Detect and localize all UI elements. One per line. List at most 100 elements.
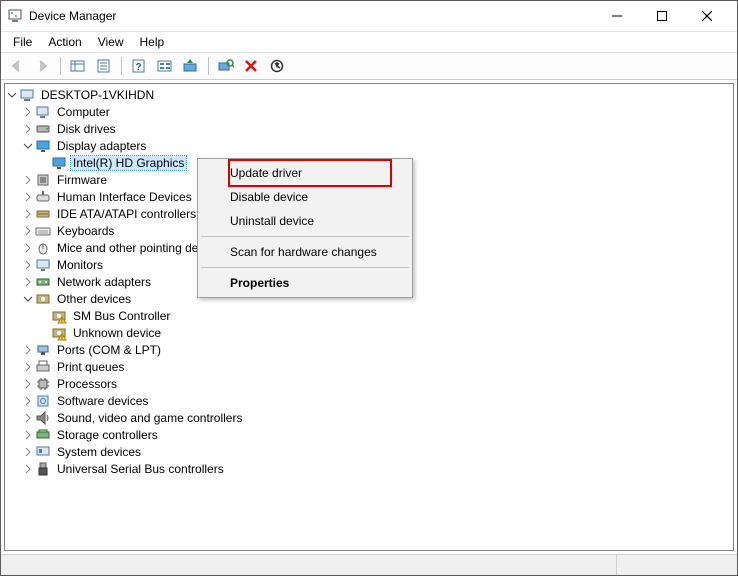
context-properties[interactable]: Properties — [200, 271, 410, 295]
root-label: DESKTOP-1VKIHDN — [39, 88, 156, 102]
category-label: Storage controllers — [55, 428, 160, 442]
display-adapter-icon — [51, 155, 67, 171]
expand-icon[interactable] — [21, 258, 35, 272]
category-label: Disk drives — [55, 122, 118, 136]
mice-icon — [35, 240, 51, 256]
close-button[interactable] — [684, 2, 729, 30]
minimize-button[interactable] — [594, 2, 639, 30]
printq-icon — [35, 359, 51, 375]
expand-icon[interactable] — [21, 122, 35, 136]
titlebar: Device Manager — [1, 1, 737, 32]
context-uninstall-device[interactable]: Uninstall device — [200, 209, 410, 233]
expand-icon[interactable] — [21, 394, 35, 408]
scan-hardware-button[interactable] — [214, 54, 238, 78]
forward-button[interactable] — [31, 54, 55, 78]
statusbar — [1, 554, 737, 575]
update-driver-button[interactable] — [179, 54, 203, 78]
category-label: Other devices — [55, 292, 133, 306]
tree-category-computer[interactable]: Computer — [5, 103, 733, 120]
tree-category-disk[interactable]: Disk drives — [5, 120, 733, 137]
expand-icon[interactable] — [21, 190, 35, 204]
tree-category-sound[interactable]: Sound, video and game controllers — [5, 409, 733, 426]
category-label: Network adapters — [55, 275, 153, 289]
device-label: SM Bus Controller — [71, 309, 172, 323]
category-label: Ports (COM & LPT) — [55, 343, 163, 357]
computer-root-icon — [19, 87, 35, 103]
disable-device-button[interactable] — [266, 54, 290, 78]
help-button[interactable]: ? — [127, 54, 151, 78]
context-separator — [201, 236, 409, 237]
tree-category-usb[interactable]: Universal Serial Bus controllers — [5, 460, 733, 477]
expand-icon[interactable] — [21, 360, 35, 374]
expand-icon[interactable] — [21, 428, 35, 442]
expand-icon[interactable] — [21, 275, 35, 289]
show-hide-tree-button[interactable] — [66, 54, 90, 78]
category-label: System devices — [55, 445, 143, 459]
expand-icon[interactable] — [21, 224, 35, 238]
menu-help[interactable]: Help — [132, 33, 173, 51]
tree-category-softdev[interactable]: Software devices — [5, 392, 733, 409]
tree-category-system[interactable]: System devices — [5, 443, 733, 460]
menu-file[interactable]: File — [5, 33, 40, 51]
expand-icon[interactable] — [21, 411, 35, 425]
menu-action[interactable]: Action — [40, 33, 89, 51]
tree-category-printq[interactable]: Print queues — [5, 358, 733, 375]
category-label: Monitors — [55, 258, 105, 272]
context-update-driver[interactable]: Update driver — [228, 159, 392, 187]
tree-category-display[interactable]: Display adapters — [5, 137, 733, 154]
expand-icon[interactable] — [21, 343, 35, 357]
category-label: IDE ATA/ATAPI controllers — [55, 207, 198, 221]
expand-icon[interactable] — [21, 445, 35, 459]
system-icon — [35, 444, 51, 460]
svg-text:?: ? — [135, 62, 141, 73]
hid-icon — [35, 189, 51, 205]
context-separator — [201, 267, 409, 268]
svg-text:!: ! — [61, 336, 63, 341]
expand-icon[interactable] — [21, 105, 35, 119]
category-label: Firmware — [55, 173, 109, 187]
properties-button[interactable] — [92, 54, 116, 78]
collapse-icon[interactable] — [5, 88, 19, 102]
tree-device-other-0[interactable]: ! SM Bus Controller — [5, 307, 733, 324]
maximize-button[interactable] — [639, 2, 684, 30]
proc-icon — [35, 376, 51, 392]
expand-icon[interactable] — [21, 462, 35, 476]
menu-view[interactable]: View — [90, 33, 132, 51]
category-label: Human Interface Devices — [55, 190, 194, 204]
category-label: Processors — [55, 377, 119, 391]
expand-icon[interactable] — [21, 241, 35, 255]
tree-category-ports[interactable]: Ports (COM & LPT) — [5, 341, 733, 358]
category-label: Software devices — [55, 394, 150, 408]
expand-icon[interactable] — [21, 207, 35, 221]
back-button[interactable] — [5, 54, 29, 78]
toolbar: ? — [1, 53, 737, 80]
firmware-icon — [35, 172, 51, 188]
expand-icon[interactable] — [21, 173, 35, 187]
expand-icon[interactable] — [21, 377, 35, 391]
menubar: File Action View Help — [1, 32, 737, 53]
disk-icon — [35, 121, 51, 137]
tree-root[interactable]: DESKTOP-1VKIHDN — [5, 86, 733, 103]
display-icon — [35, 138, 51, 154]
uninstall-device-button[interactable] — [240, 54, 264, 78]
context-disable-device[interactable]: Disable device — [200, 185, 410, 209]
device-tree-panel[interactable]: DESKTOP-1VKIHDN Computer Disk drivesDispl… — [4, 83, 734, 551]
storage-icon — [35, 427, 51, 443]
collapse-icon[interactable] — [21, 139, 35, 153]
tree-category-proc[interactable]: Processors — [5, 375, 733, 392]
tree-category-storage[interactable]: Storage controllers — [5, 426, 733, 443]
device-label: Intel(R) HD Graphics — [71, 156, 186, 170]
context-menu: Update driver Disable device Uninstall d… — [197, 158, 413, 298]
status-pane-right — [617, 555, 737, 575]
keyboards-icon — [35, 223, 51, 239]
category-label: Keyboards — [55, 224, 116, 238]
softdev-icon — [35, 393, 51, 409]
context-scan-hardware[interactable]: Scan for hardware changes — [200, 240, 410, 264]
ports-icon — [35, 342, 51, 358]
collapse-icon[interactable] — [21, 292, 35, 306]
svg-text:!: ! — [61, 319, 63, 324]
tree-device-other-1[interactable]: !Unknown device — [5, 324, 733, 341]
category-label: Computer — [55, 105, 112, 119]
other-icon — [35, 291, 51, 307]
action-button[interactable] — [153, 54, 177, 78]
